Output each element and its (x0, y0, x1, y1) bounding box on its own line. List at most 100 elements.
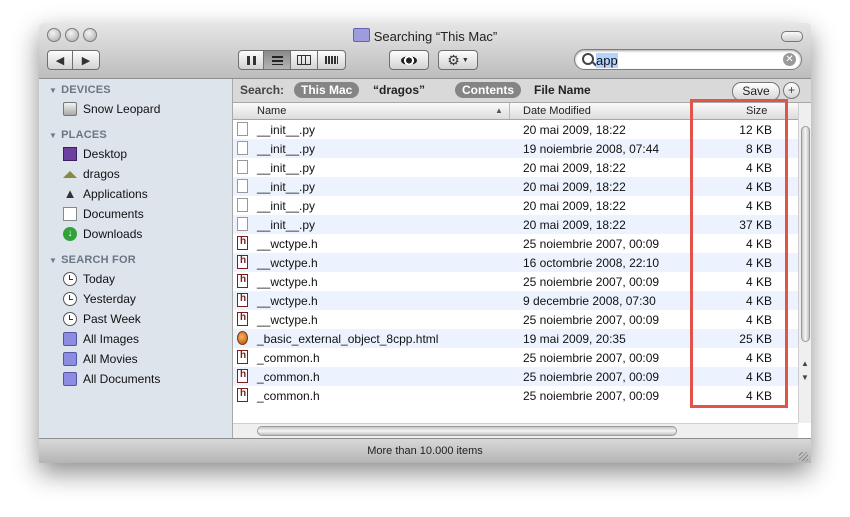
search-field[interactable]: app ✕ (574, 49, 802, 70)
file-date: 20 mai 2009, 18:22 (523, 218, 626, 232)
sidebar-item-today[interactable]: Today (63, 270, 115, 288)
file-name: __init__.py (257, 180, 316, 194)
header-file-icon (237, 312, 248, 326)
action-menu-button[interactable]: ⚙ ▼ (438, 50, 478, 70)
python-file-icon (237, 198, 248, 212)
window-title: Searching “This Mac” (39, 28, 811, 44)
file-date: 20 mai 2009, 18:22 (523, 123, 626, 137)
disclosure-triangle-icon: ▼ (49, 256, 58, 265)
sidebar-item-downloads[interactable]: ↓ Downloads (63, 225, 142, 243)
sidebar-item-yesterday[interactable]: Yesterday (63, 290, 136, 308)
sidebar-header-places[interactable]: ▼ PLACES (49, 129, 107, 141)
sidebar-item-dragos[interactable]: dragos (63, 165, 120, 183)
search-input[interactable]: app (596, 53, 618, 68)
sidebar-item-documents[interactable]: Documents (63, 205, 144, 223)
horizontal-scrollbar[interactable] (233, 423, 798, 439)
file-date: 19 noiembrie 2008, 07:44 (523, 142, 660, 156)
file-date: 25 noiembrie 2007, 00:09 (523, 389, 660, 403)
sidebar: ▼ DEVICES Snow Leopard ▼ PLACES Desktop dr… (39, 79, 233, 438)
horizontal-scroll-thumb[interactable] (257, 426, 677, 436)
back-arrow-icon: ◀ (55, 54, 65, 67)
vertical-scrollbar[interactable]: ▲ ▼ (798, 103, 811, 423)
downloads-icon: ↓ (63, 227, 77, 241)
file-name: __init__.py (257, 123, 316, 137)
hard-disk-icon (63, 102, 77, 116)
clock-icon (63, 272, 77, 286)
header-file-icon (237, 274, 248, 288)
file-date: 20 mai 2009, 18:22 (523, 180, 626, 194)
sidebar-header-devices[interactable]: ▼ DEVICES (49, 84, 111, 96)
header-file-icon (237, 255, 248, 269)
sidebar-header-search-for[interactable]: ▼ SEARCH FOR (49, 254, 136, 266)
sidebar-item-all-images[interactable]: All Images (63, 330, 139, 348)
chevron-down-icon: ▼ (461, 56, 469, 64)
forward-arrow-icon: ▶ (81, 54, 91, 67)
file-name: __wctype.h (257, 237, 318, 251)
search-icon (582, 53, 594, 65)
scope-file-name-button[interactable]: File Name (527, 82, 598, 98)
cover-flow-button[interactable] (317, 50, 346, 70)
sidebar-item-desktop[interactable]: Desktop (63, 145, 127, 163)
column-date-header[interactable]: Date Modified (523, 105, 591, 117)
smart-folder-icon (63, 352, 77, 366)
sidebar-item-all-documents[interactable]: All Documents (63, 370, 160, 388)
scroll-up-icon[interactable]: ▲ (801, 359, 809, 368)
disclosure-triangle-icon: ▼ (49, 131, 58, 140)
clock-icon (63, 312, 77, 326)
header-file-icon (237, 388, 248, 402)
file-date: 25 noiembrie 2007, 00:09 (523, 313, 660, 327)
status-bar: More than 10.000 items (39, 438, 811, 463)
scroll-down-icon[interactable]: ▼ (801, 373, 809, 382)
column-separator[interactable] (509, 103, 510, 119)
column-view-button[interactable] (290, 50, 318, 70)
scope-label: Search: (240, 83, 285, 97)
gear-icon: ⚙ (447, 51, 460, 68)
file-name: __init__.py (257, 218, 316, 232)
file-name: __init__.py (257, 199, 316, 213)
header-file-icon (237, 293, 248, 307)
cover-flow-icon (325, 56, 338, 64)
file-date: 25 noiembrie 2007, 00:09 (523, 351, 660, 365)
header-file-icon (237, 369, 248, 383)
list-view-button[interactable] (263, 50, 291, 70)
size-column-highlight-annotation (690, 99, 788, 408)
sidebar-item-applications[interactable]: ▲ Applications (63, 185, 148, 203)
file-name: __wctype.h (257, 294, 318, 308)
vertical-scroll-thumb[interactable] (801, 126, 810, 342)
smart-folder-icon (352, 28, 370, 42)
quick-look-button[interactable] (389, 50, 429, 70)
file-date: 16 octombrie 2008, 22:10 (523, 256, 660, 270)
column-name-header[interactable]: Name (257, 105, 286, 117)
add-criteria-button[interactable]: + (783, 82, 800, 99)
clock-icon (63, 292, 77, 306)
sort-ascending-icon: ▲ (495, 106, 503, 115)
icon-view-icon (246, 55, 256, 65)
python-file-icon (237, 122, 248, 136)
header-file-icon (237, 350, 248, 364)
file-name: _common.h (257, 389, 320, 403)
icon-view-button[interactable] (238, 50, 264, 70)
column-view-icon (297, 55, 311, 65)
file-date: 20 mai 2009, 18:22 (523, 199, 626, 213)
sidebar-item-past-week[interactable]: Past Week (63, 310, 141, 328)
forward-button[interactable]: ▶ (72, 50, 100, 70)
sidebar-item-snow-leopard[interactable]: Snow Leopard (63, 100, 160, 118)
toolbar: Searching “This Mac” ◀ ▶ ⚙ ▼ app ✕ (39, 23, 811, 79)
file-name: __wctype.h (257, 275, 318, 289)
file-name: _basic_external_object_8cpp.html (257, 332, 439, 346)
sidebar-item-all-movies[interactable]: All Movies (63, 350, 138, 368)
header-file-icon (237, 236, 248, 250)
resize-grip-icon[interactable] (799, 452, 808, 461)
scope-this-mac-button[interactable]: This Mac (294, 82, 360, 98)
python-file-icon (237, 217, 248, 231)
file-name: __wctype.h (257, 313, 318, 327)
item-count: More than 10.000 items (367, 445, 483, 457)
scope-dragos-button[interactable]: “dragos” (366, 82, 432, 98)
html-file-icon (237, 331, 248, 345)
clear-search-icon[interactable]: ✕ (783, 53, 796, 66)
python-file-icon (237, 141, 248, 155)
scope-contents-button[interactable]: Contents (455, 82, 521, 98)
back-button[interactable]: ◀ (47, 50, 73, 70)
toolbar-toggle-button[interactable] (781, 31, 803, 42)
desktop-icon (63, 147, 77, 161)
